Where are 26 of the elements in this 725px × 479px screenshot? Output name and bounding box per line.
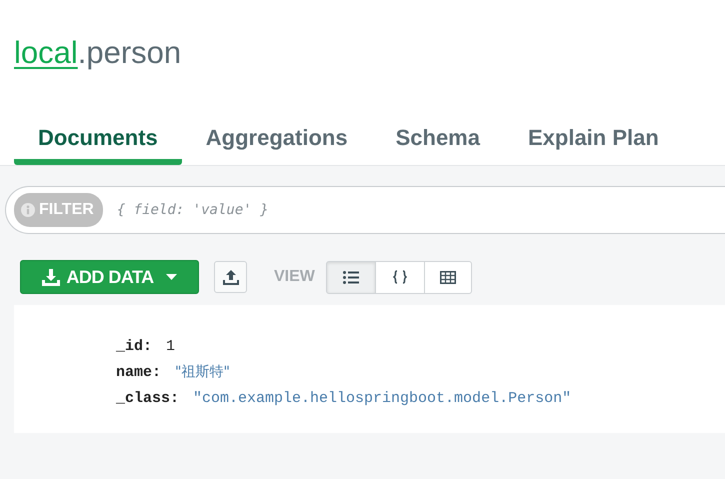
view-toggle[interactable] (424, 260, 472, 294)
view-toggle[interactable] (374, 260, 425, 294)
field-key: _id: (116, 338, 152, 355)
collection-name: .person (78, 35, 182, 70)
tab[interactable]: Schema (372, 84, 504, 165)
view-label: VIEW (274, 267, 315, 287)
braces-icon (392, 270, 407, 284)
download-icon (42, 268, 60, 286)
database-link[interactable]: local (14, 35, 78, 70)
import-button[interactable] (214, 261, 247, 293)
caret-icon (166, 274, 177, 280)
table-icon (440, 270, 456, 284)
list-icon (342, 270, 359, 284)
field-key: name: (116, 364, 162, 381)
upload-icon (222, 270, 238, 284)
tab[interactable]: Aggregations (182, 84, 372, 165)
filter-label: FILTER (14, 193, 103, 227)
field-value: "com.example.hellospringboot.model.Person" (193, 390, 572, 407)
filter-input[interactable]: { field: 'value' } (114, 198, 615, 222)
field-value: "祖斯特" (175, 364, 230, 380)
tab[interactable]: Explain Plan (504, 84, 683, 165)
field-key: _class: (116, 390, 180, 407)
view-toggle[interactable] (326, 260, 376, 294)
info-icon (21, 203, 35, 217)
field-value: 1 (166, 338, 176, 355)
add-data-button[interactable]: ADD DATA (20, 260, 199, 294)
